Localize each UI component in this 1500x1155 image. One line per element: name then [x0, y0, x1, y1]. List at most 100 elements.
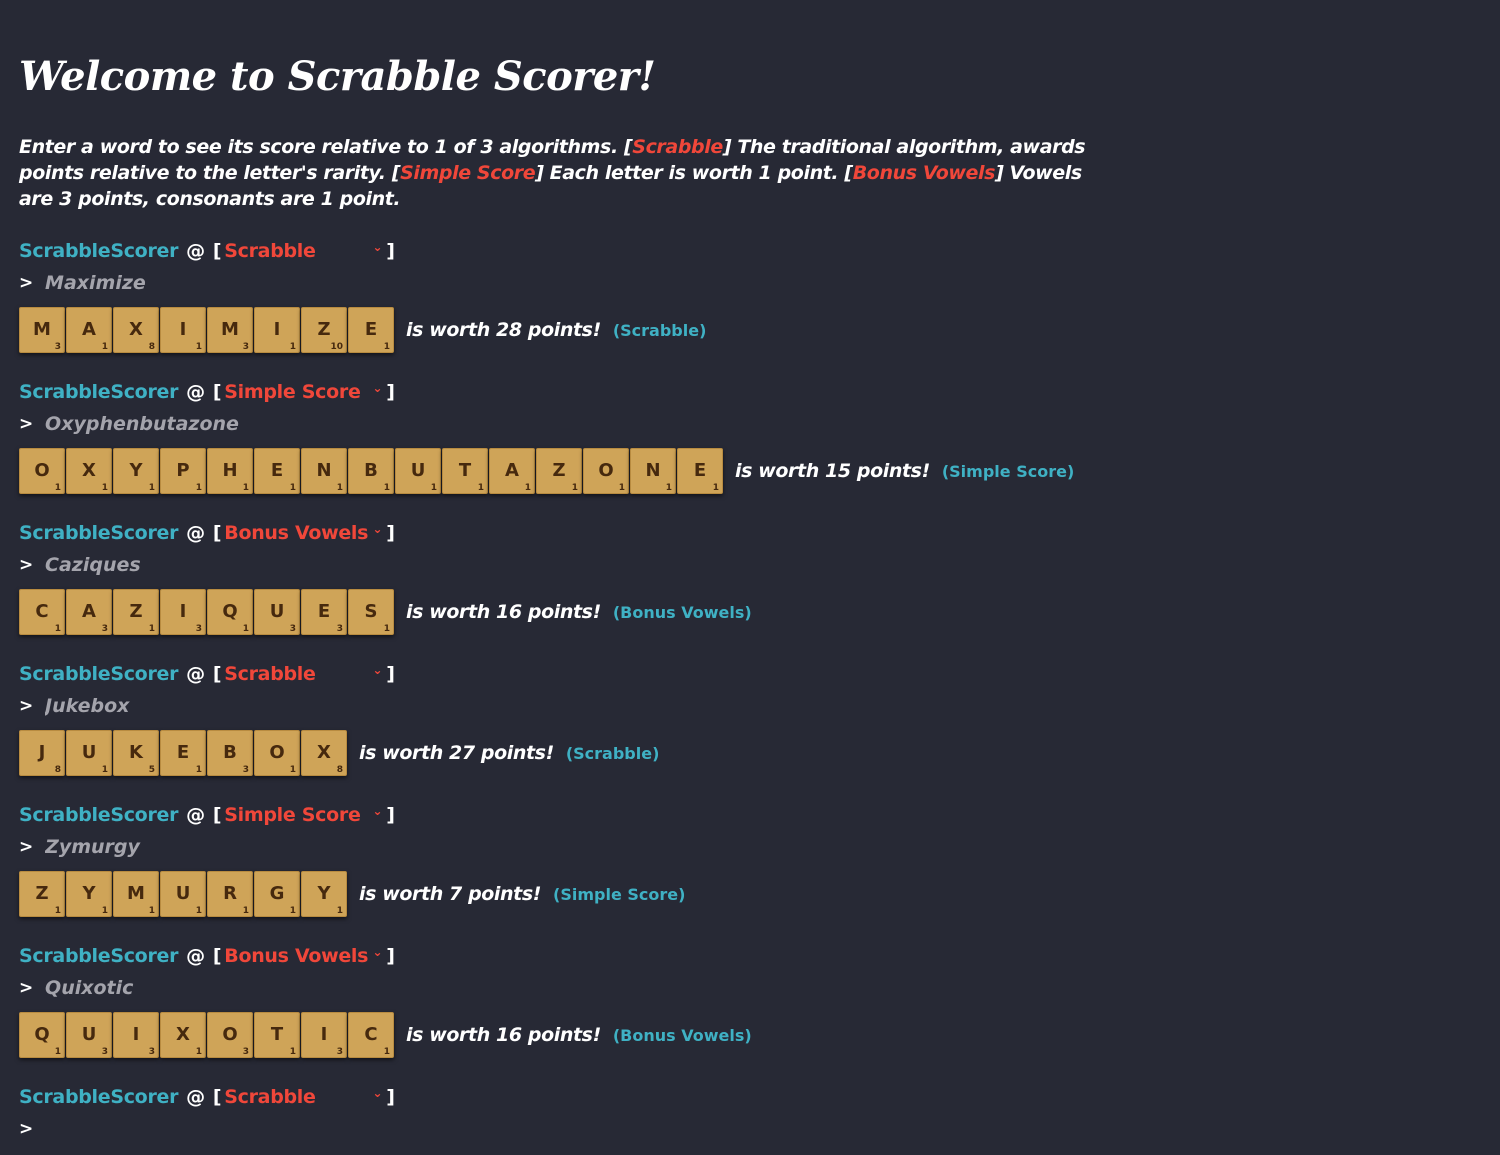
- tile-letter: Q: [222, 601, 238, 622]
- tile-letter: A: [82, 319, 96, 340]
- letter-tile: X1: [160, 1012, 206, 1058]
- algorithm-select[interactable]: Scrabble ⌄: [224, 1084, 386, 1110]
- open-bracket: [: [212, 381, 222, 403]
- algorithm-select[interactable]: Scrabble ⌄: [224, 238, 386, 264]
- algorithm-select[interactable]: Bonus Vowels ⌄: [224, 520, 386, 546]
- letter-tile: Y1: [301, 871, 347, 917]
- word-input[interactable]: [45, 551, 446, 579]
- tile-points: 1: [383, 1047, 390, 1057]
- pending-entry: ScrabbleScorer @ [ Scrabble ⌄ ] >: [19, 1082, 1459, 1144]
- tile-letter: E: [317, 601, 331, 622]
- letter-tile: M3: [207, 307, 253, 353]
- tile-points: 1: [148, 483, 155, 493]
- word-input[interactable]: [45, 692, 446, 720]
- tile-letter: O: [269, 742, 285, 763]
- tile-letter: Y: [82, 883, 96, 904]
- tile-points: 1: [101, 483, 108, 493]
- algorithm-select[interactable]: Bonus Vowels ⌄: [224, 943, 386, 969]
- tile-letter: Q: [34, 1024, 50, 1045]
- close-bracket: ]: [386, 1086, 395, 1108]
- tile-points: 1: [101, 342, 108, 352]
- score-result: is worth 7 points!: [359, 883, 542, 905]
- result-line: J 8 U 1 K 5 E 1 B 3 O 1 X 8 is worth 27 points! (Scrabb…: [19, 727, 1459, 779]
- letter-tile: E1: [677, 448, 723, 494]
- open-bracket: [: [212, 663, 222, 685]
- tile-points: 1: [195, 483, 202, 493]
- word-input[interactable]: [45, 410, 446, 438]
- score-entry: ScrabbleScorer@[Simple Score⌄]>Z1Y1M1U1R…: [19, 800, 1459, 920]
- input-line: >: [19, 832, 1459, 862]
- tile-points: 3: [195, 624, 202, 634]
- letter-tile: T1: [442, 448, 488, 494]
- prompt-line: ScrabbleScorer @ [Bonus Vowels ⌄]: [19, 941, 1459, 971]
- tile-letter: Y: [317, 883, 331, 904]
- tile-points: 3: [54, 342, 61, 352]
- letter-tile: Y1: [66, 871, 112, 917]
- word-input[interactable]: [45, 833, 446, 861]
- letter-tile: C1: [19, 589, 65, 635]
- tile-letter: U: [81, 742, 97, 763]
- tile-points: 1: [383, 483, 390, 493]
- algorithm-select[interactable]: Scrabble ⌄: [224, 661, 386, 687]
- tile-points: 1: [148, 906, 155, 916]
- tile-letter: B: [223, 742, 237, 763]
- tile-points: 1: [289, 906, 296, 916]
- score-entry: ScrabbleScorer@[Scrabble⌄]>M3A1X8I1M3I1Z…: [19, 236, 1459, 356]
- prompt-line: ScrabbleScorer @ [Simple Score ⌄]: [19, 800, 1459, 830]
- tile-letter: O: [34, 460, 50, 481]
- input-line: >: [19, 409, 1459, 439]
- tile-points: 1: [101, 765, 108, 775]
- tile-points: 3: [101, 624, 108, 634]
- tile-points: 1: [54, 1047, 61, 1057]
- letter-tile: U1: [66, 730, 112, 776]
- prompt-name: ScrabbleScorer: [19, 381, 179, 403]
- letter-tile: B1: [348, 448, 394, 494]
- score-entry: ScrabbleScorer@[Scrabble⌄]>J8U1K5E1B3O1X…: [19, 659, 1459, 779]
- tile-points: 1: [665, 483, 672, 493]
- algorithm-select[interactable]: Simple Score ⌄: [224, 379, 386, 405]
- tile-rack: M 3 A 1 X 8 I 1 M 3 I 1 Z 10 E 1: [19, 307, 394, 353]
- word-input[interactable]: [45, 269, 446, 297]
- tile-points: 1: [54, 624, 61, 634]
- chevron-down-icon: ⌄: [372, 240, 383, 254]
- close-bracket: ]: [386, 522, 395, 544]
- letter-tile: Z 10: [301, 307, 347, 353]
- close-bracket: ]: [386, 804, 395, 826]
- tile-letter: B: [364, 460, 378, 481]
- open-bracket: [: [212, 522, 222, 544]
- letter-tile: O3: [207, 1012, 253, 1058]
- tile-points: 1: [195, 1047, 202, 1057]
- chevron-down-icon: ⌄: [372, 663, 383, 677]
- letter-tile: I3: [113, 1012, 159, 1058]
- letter-tile: Q1: [207, 589, 253, 635]
- algorithm-select[interactable]: Simple Score ⌄: [224, 802, 386, 828]
- tile-points: 1: [289, 483, 296, 493]
- tile-letter: P: [176, 460, 190, 481]
- prompt-line: ScrabbleScorer @ [ Scrabble ⌄ ]: [19, 1082, 1459, 1112]
- tile-points: 1: [618, 483, 625, 493]
- tile-points: 1: [148, 624, 155, 634]
- word-input[interactable]: [45, 974, 446, 1002]
- prompt-at: @: [186, 804, 205, 826]
- tile-points: 1: [101, 906, 108, 916]
- open-bracket: [: [212, 945, 222, 967]
- tile-points: 1: [289, 765, 296, 775]
- prompt-line: ScrabbleScorer @ [Scrabble ⌄]: [19, 236, 1459, 266]
- letter-tile: Z1: [19, 871, 65, 917]
- tile-points: 3: [242, 342, 249, 352]
- tile-points: 1: [54, 906, 61, 916]
- tile-letter: O: [598, 460, 614, 481]
- result-line: O 1 X 1 Y 1 P 1 H 1 E 1 N 1 B 1 U 1 T 1 A 1 Z 1 O 1 N 1 E 1 is worth 1…: [19, 445, 1459, 497]
- letter-tile: N1: [301, 448, 347, 494]
- algorithm-select-value: Simple Score: [224, 804, 361, 826]
- letter-tile: P1: [160, 448, 206, 494]
- input-line: >: [19, 550, 1459, 580]
- word-input[interactable]: [45, 1115, 446, 1143]
- tile-letter: Z: [317, 319, 331, 340]
- tile-letter: G: [269, 883, 285, 904]
- tile-letter: S: [364, 601, 378, 622]
- tile-letter: X: [176, 1024, 190, 1045]
- letter-tile: E1: [254, 448, 300, 494]
- tile-letter: Z: [129, 601, 143, 622]
- prompt-name: ScrabbleScorer: [19, 804, 179, 826]
